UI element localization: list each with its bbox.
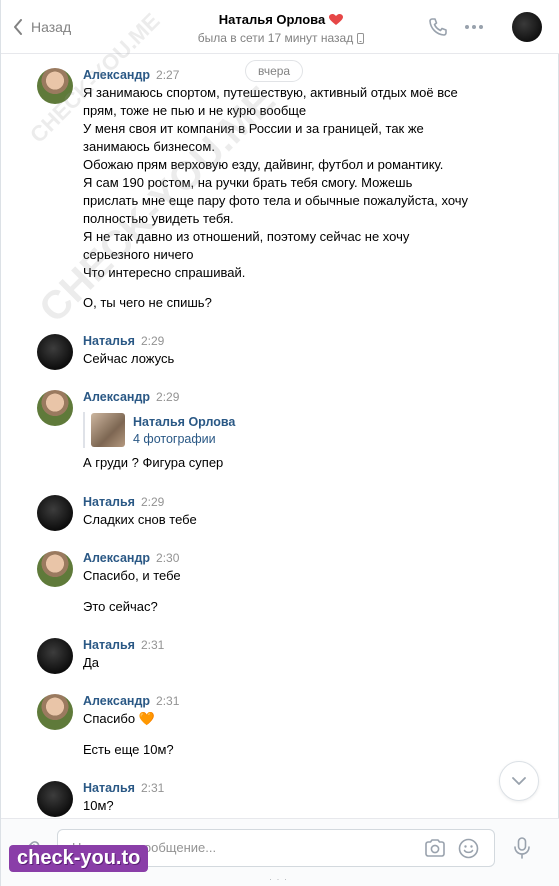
avatar[interactable] — [37, 334, 73, 370]
messenger-window: Назад Наталья Орлова была в сети 17 мину… — [0, 0, 559, 886]
avatar[interactable] — [37, 781, 73, 817]
header-avatar[interactable] — [512, 12, 542, 42]
author-name[interactable]: Александр — [83, 694, 150, 708]
contact-name: Наталья Орлова — [218, 12, 326, 27]
online-status-text: была в сети 17 минут назад — [197, 31, 354, 45]
author-name[interactable]: Александр — [83, 390, 150, 404]
message-text: У меня своя ит компания в России и за гр… — [83, 121, 424, 136]
author-name[interactable]: Александр — [83, 68, 150, 82]
message: Наталья 2:29 Сейчас ложусь — [37, 334, 497, 370]
camera-button[interactable] — [424, 838, 446, 861]
message-text: Спасибо 🧡 — [83, 711, 155, 726]
message-time[interactable]: 2:27 — [156, 68, 179, 82]
message-time[interactable]: 2:31 — [141, 781, 164, 795]
message-text: Обожаю прям верховую езду, дайвинг, футб… — [83, 157, 444, 172]
phone-icon — [429, 18, 447, 36]
more-icon — [465, 25, 483, 29]
message-text: Да — [83, 655, 100, 670]
back-chevron-icon — [14, 19, 22, 35]
avatar[interactable] — [37, 551, 73, 587]
message-text: прислать мне еще пару фото тела и обычны… — [83, 193, 469, 208]
message-text: серьезного ничего — [83, 247, 194, 262]
message: Александр 2:31 Спасибо 🧡 Есть еще 10м? — [37, 694, 497, 759]
message-text: Я занимаюсь спортом, путешествую, активн… — [83, 85, 458, 100]
watermark-badge: check-you.to — [9, 845, 149, 872]
heart-icon — [329, 13, 344, 25]
message: Наталья 2:31 10м? — [37, 781, 497, 817]
more-button[interactable] — [463, 16, 485, 38]
chat-title-block[interactable]: Наталья Орлова была в сети 17 минут наза… — [151, 12, 411, 45]
message-text: Я не так давно из отношений, поэтому сей… — [83, 229, 410, 244]
chat-title: Наталья Орлова — [218, 12, 344, 27]
microphone-icon — [514, 837, 530, 859]
avatar[interactable] — [37, 495, 73, 531]
author-name[interactable]: Наталья — [83, 495, 135, 509]
mobile-icon — [357, 32, 365, 44]
author-name[interactable]: Александр — [83, 551, 150, 565]
message: Александр 2:30 Спасибо, и тебе Это сейча… — [37, 551, 497, 616]
avatar[interactable] — [37, 694, 73, 730]
avatar[interactable] — [37, 390, 73, 426]
message-text: Сладких снов тебе — [83, 512, 197, 527]
message-text: Что интересно спрашивай. — [83, 265, 246, 280]
photo-attachment[interactable]: Наталья Орлова 4 фотографии — [83, 412, 497, 448]
message: Александр 2:27 Я занимаюсь спортом, путе… — [37, 68, 497, 312]
call-button[interactable] — [427, 16, 449, 38]
message-time[interactable]: 2:31 — [141, 638, 164, 652]
message-time[interactable]: 2:29 — [141, 495, 164, 509]
bottom-dots: · · · — [269, 874, 288, 884]
smile-icon — [458, 838, 479, 859]
message-time[interactable]: 2:30 — [156, 551, 179, 565]
back-button[interactable]: Назад — [13, 16, 71, 38]
author-name[interactable]: Наталья — [83, 638, 135, 652]
author-name[interactable]: Наталья — [83, 334, 135, 348]
message: Наталья 2:31 Да — [37, 638, 497, 674]
message-time[interactable]: 2:29 — [156, 390, 179, 404]
message-text: А груди ? Фигура супер — [83, 455, 224, 470]
scroll-down-button[interactable] — [499, 761, 539, 801]
message: Александр 2:29 Наталья Орлова 4 фотограф… — [37, 390, 497, 472]
message-time[interactable]: 2:29 — [141, 334, 164, 348]
camera-icon — [425, 839, 445, 857]
message-time[interactable]: 2:31 — [156, 694, 179, 708]
attachment-thumbnail[interactable] — [91, 413, 125, 447]
message-text: прям, тоже не пью и не курю вообще — [83, 103, 307, 118]
online-status: была в сети 17 минут назад — [197, 31, 365, 45]
message: Наталья 2:29 Сладких снов тебе — [37, 495, 497, 531]
message-text: Я сам 190 ростом, на ручки брать тебя см… — [83, 175, 413, 190]
message-text: Спасибо, и тебе — [83, 568, 181, 583]
voice-message-button[interactable] — [513, 837, 531, 862]
message-text: 10м? — [83, 798, 114, 813]
attachment-title[interactable]: Наталья Орлова — [133, 415, 235, 429]
author-name[interactable]: Наталья — [83, 781, 135, 795]
message-history[interactable]: вчера Александр 2:27 Я занимаюсь спортом… — [1, 54, 559, 818]
emoji-button[interactable] — [458, 838, 479, 862]
back-label: Назад — [31, 19, 72, 35]
chat-header: Назад Наталья Орлова была в сети 17 мину… — [1, 0, 559, 54]
message-text: полностью увидеть тебя. — [83, 211, 234, 226]
message-text: Есть еще 10м? — [83, 742, 174, 757]
avatar[interactable] — [37, 638, 73, 674]
message-text: О, ты чего не спишь? — [83, 295, 212, 310]
message-text: Сейчас ложусь — [83, 351, 175, 366]
message-text: Это сейчас? — [83, 599, 158, 614]
avatar[interactable] — [37, 68, 73, 104]
attachment-subtitle[interactable]: 4 фотографии — [133, 432, 235, 446]
chevron-down-icon — [512, 776, 526, 785]
message-text: занимаюсь бизнесом. — [83, 139, 215, 154]
